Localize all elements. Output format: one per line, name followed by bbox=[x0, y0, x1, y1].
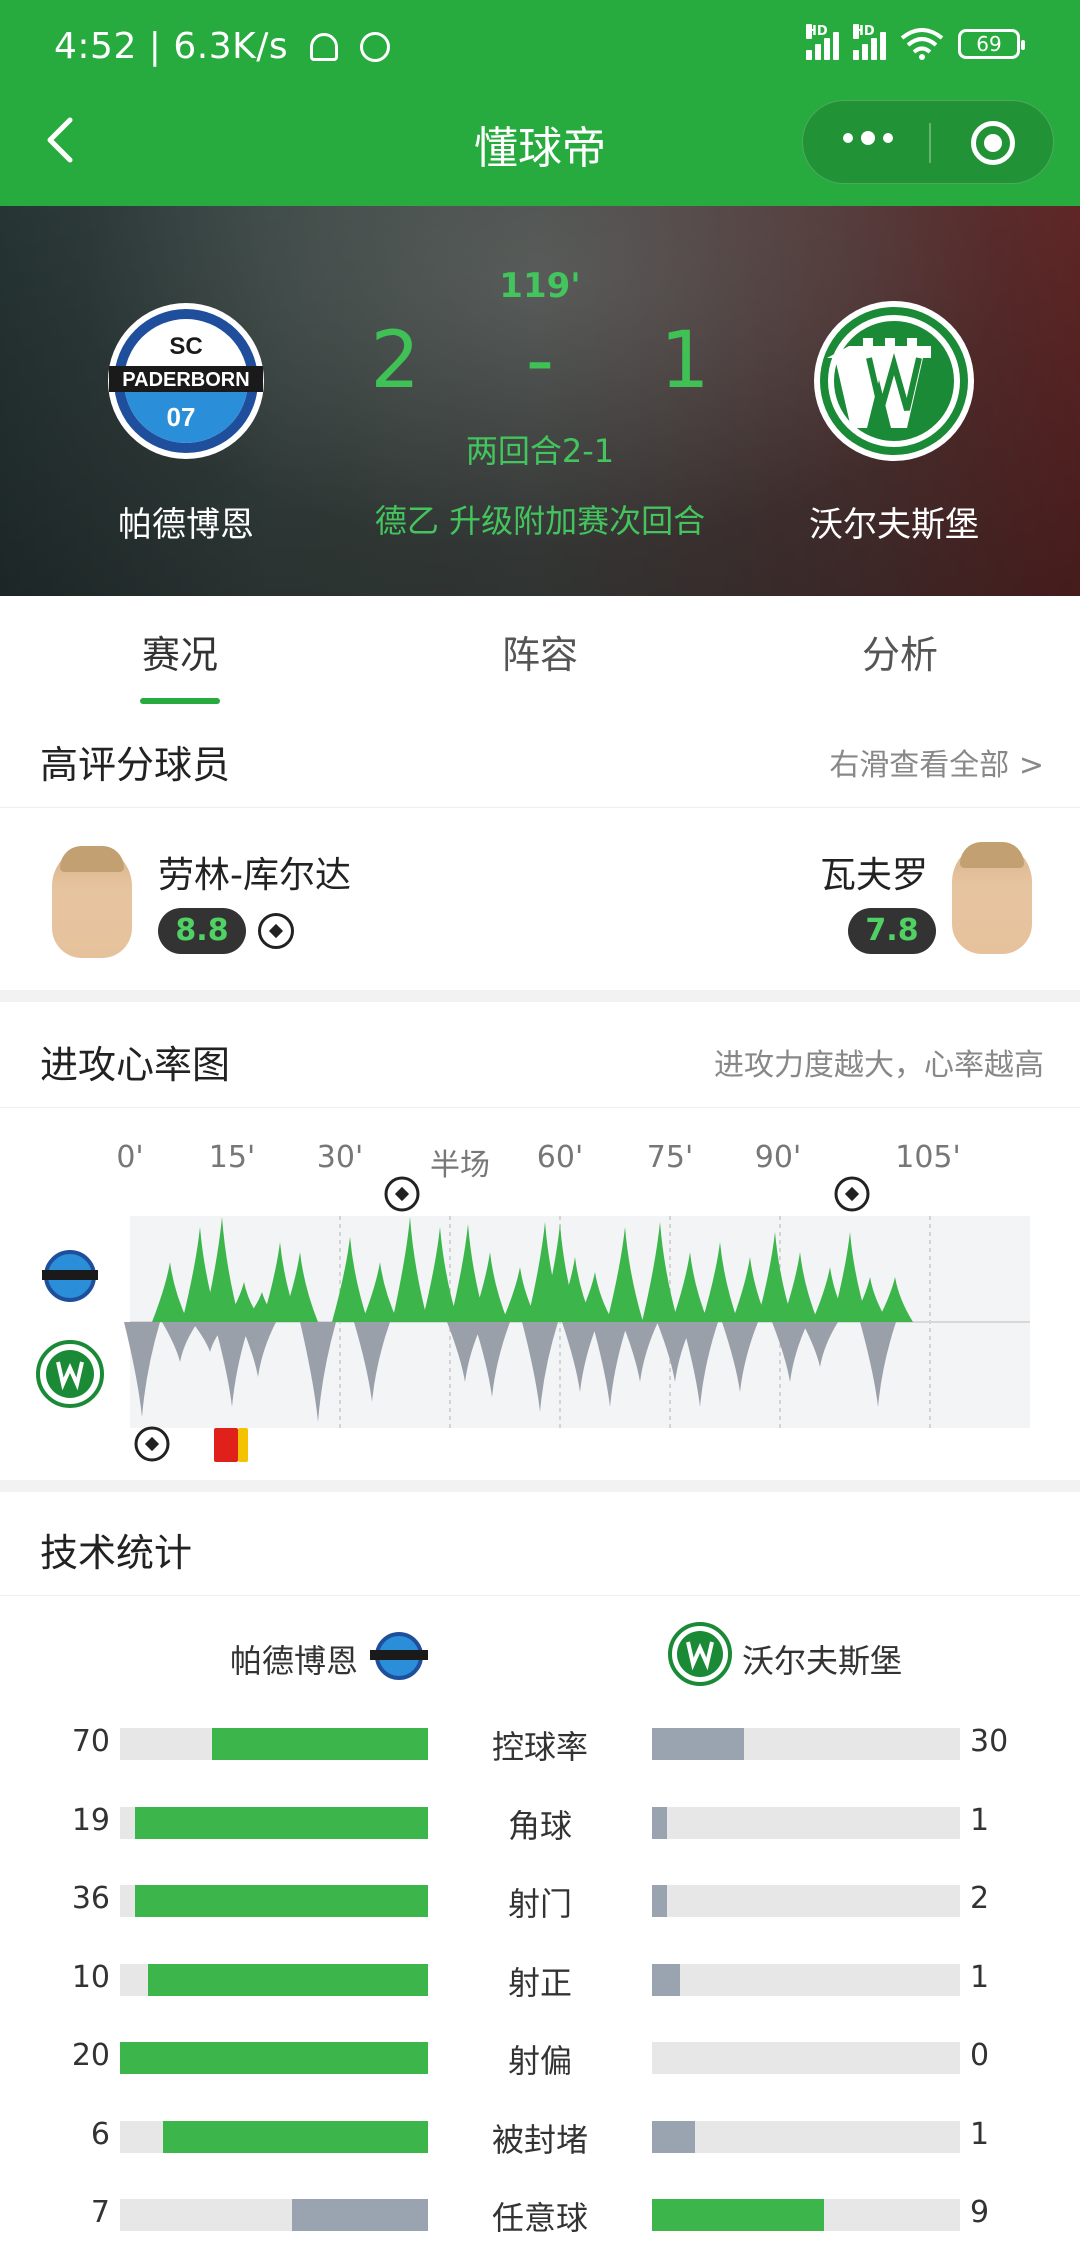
close-miniprogram-icon[interactable] bbox=[971, 121, 1015, 165]
battery-icon: 69 bbox=[958, 29, 1025, 59]
chart-home-logo bbox=[42, 1250, 98, 1302]
stat-away-bar bbox=[652, 1806, 960, 1839]
stat-label: 射门 bbox=[507, 1885, 572, 1923]
tab-overview[interactable]: 赛况 bbox=[0, 596, 360, 706]
heart-chart-note: 进攻力度越大，心率越高 bbox=[714, 1048, 1044, 1083]
stat-away-bar bbox=[652, 2042, 960, 2074]
stat-label: 射正 bbox=[507, 1963, 572, 2002]
stat-row: 6 被封堵 1 bbox=[0, 2109, 1080, 2169]
mini-program-capsule bbox=[802, 100, 1054, 184]
section-divider bbox=[0, 1480, 1080, 1492]
away-team-name: 沃尔夫斯堡 bbox=[809, 505, 979, 545]
match-header: SC PADERBORN 07 帕德博恩 119' 2 - 1 两回合2-1 德… bbox=[0, 206, 1080, 596]
heart-chart-title: 进攻心率图 bbox=[40, 1043, 231, 1087]
stat-label: 任意球 bbox=[491, 2199, 588, 2237]
stat-away-value: 0 bbox=[970, 2038, 990, 2073]
stat-away-value: 1 bbox=[970, 1802, 990, 1838]
goal-event-icon bbox=[384, 1176, 420, 1212]
view-all-link[interactable]: 右滑查看全部 > bbox=[829, 740, 1044, 784]
stat-away-bar bbox=[652, 1728, 960, 1760]
wolfsburg-logo bbox=[814, 301, 974, 461]
chart-away-logo bbox=[36, 1340, 104, 1408]
stat-away-bar bbox=[652, 2120, 960, 2153]
away-player-name: 瓦夫罗 bbox=[820, 855, 929, 896]
goal-ball-icon bbox=[258, 913, 294, 949]
stat-home-value: 6 bbox=[90, 2116, 110, 2152]
tech-stats-header: 技术统计 bbox=[0, 1494, 1080, 1596]
stat-label: 控球率 bbox=[491, 1728, 588, 1766]
heart-rate-plot bbox=[36, 1176, 1030, 1462]
stat-away-bar bbox=[652, 1963, 960, 1996]
section-divider bbox=[0, 990, 1080, 1002]
stat-label: 角球 bbox=[507, 1806, 572, 1845]
stat-row: 36 射门 2 bbox=[0, 1873, 1080, 1933]
stat-home-value: 10 bbox=[71, 1959, 110, 1995]
signal-icon: HD bbox=[806, 24, 839, 60]
alarm-icon bbox=[360, 32, 391, 62]
stat-row: 19 角球 1 bbox=[0, 1795, 1080, 1855]
goal-event-icon bbox=[134, 1426, 170, 1462]
stat-label: 射偏 bbox=[507, 2042, 572, 2080]
tab-bar: 赛况 阵容 分析 bbox=[0, 596, 1080, 706]
stat-row: 70 控球率 30 bbox=[0, 1716, 1080, 1776]
stats-away-logo bbox=[668, 1622, 732, 1686]
home-player-rating: 8.8 bbox=[158, 908, 246, 954]
status-time-text: 4:52 | 6.3K/s bbox=[54, 26, 289, 67]
heart-rate-chart: 0' 15' 30' 半场 60' 75' 90' 105' bbox=[0, 1108, 1080, 1478]
top-players-title: 高评分球员 bbox=[40, 743, 231, 787]
away-team[interactable]: 沃尔夫斯堡 bbox=[764, 296, 1024, 546]
stat-home-bar bbox=[120, 1885, 428, 1917]
stat-home-bar bbox=[120, 2042, 428, 2074]
tab-analysis[interactable]: 分析 bbox=[720, 596, 1080, 706]
tab-lineup[interactable]: 阵容 bbox=[360, 596, 720, 706]
stat-away-value: 30 bbox=[970, 1724, 1009, 1759]
stat-home-bar bbox=[120, 1963, 428, 1996]
stat-home-bar bbox=[120, 2120, 428, 2153]
home-player-avatar bbox=[52, 846, 132, 958]
more-icon[interactable] bbox=[843, 131, 893, 145]
away-score: 1 bbox=[659, 316, 710, 406]
goal-event-icon bbox=[834, 1176, 870, 1212]
top-players-header: 高评分球员 右滑查看全部 > bbox=[0, 706, 1080, 808]
stat-away-value: 1 bbox=[970, 2116, 990, 2152]
stat-away-value: 2 bbox=[970, 1881, 990, 1916]
stat-away-value: 1 bbox=[970, 1959, 990, 1995]
wifi-icon bbox=[900, 28, 944, 60]
mute-icon bbox=[310, 33, 339, 61]
heart-chart-header: 进攻心率图 进攻力度越大，心率越高 bbox=[0, 1006, 1080, 1108]
stat-home-value: 36 bbox=[71, 1881, 110, 1916]
stat-away-value: 9 bbox=[970, 2195, 990, 2230]
stat-home-value: 7 bbox=[90, 2195, 110, 2230]
stat-home-value: 19 bbox=[71, 1802, 110, 1838]
stat-home-bar bbox=[120, 1806, 428, 1839]
stats-home-name: 帕德博恩 bbox=[230, 1642, 359, 1680]
stat-away-bar bbox=[652, 2199, 960, 2231]
stat-home-value: 20 bbox=[71, 2038, 110, 2073]
stats-away-name: 沃尔夫斯堡 bbox=[742, 1642, 903, 1680]
stat-row: 10 射正 1 bbox=[0, 1952, 1080, 2012]
top-bar: 4:52 | 6.3K/s HD HD 69 懂球帝 bbox=[0, 0, 1080, 206]
stats-teams-row: 帕德博恩 沃尔夫斯堡 bbox=[0, 1600, 1080, 1700]
stat-label: 被封堵 bbox=[491, 2120, 588, 2159]
stat-row: 20 射偏 0 bbox=[0, 2030, 1080, 2090]
away-player-avatar bbox=[952, 842, 1032, 954]
status-time: 4:52 | 6.3K/s bbox=[54, 26, 391, 67]
capsule-divider bbox=[929, 123, 931, 163]
card-event-icon bbox=[214, 1428, 248, 1462]
score-separator: - bbox=[525, 316, 555, 406]
away-player-rating: 7.8 bbox=[848, 908, 936, 954]
status-icons: HD HD 69 bbox=[806, 24, 1025, 60]
stat-home-bar bbox=[120, 1728, 428, 1760]
signal-icon-2: HD bbox=[853, 24, 886, 60]
stat-row: 7 任意球 9 bbox=[0, 2187, 1080, 2247]
tech-stats-title: 技术统计 bbox=[40, 1531, 193, 1575]
stats-home-logo bbox=[370, 1632, 428, 1680]
status-bar: 4:52 | 6.3K/s HD HD 69 bbox=[0, 0, 1080, 100]
stat-home-value: 70 bbox=[71, 1724, 110, 1759]
stat-away-bar bbox=[652, 1885, 960, 1917]
home-player-name: 劳林-库尔达 bbox=[158, 855, 351, 896]
home-score: 2 bbox=[370, 316, 421, 406]
stat-home-bar bbox=[120, 2199, 428, 2231]
